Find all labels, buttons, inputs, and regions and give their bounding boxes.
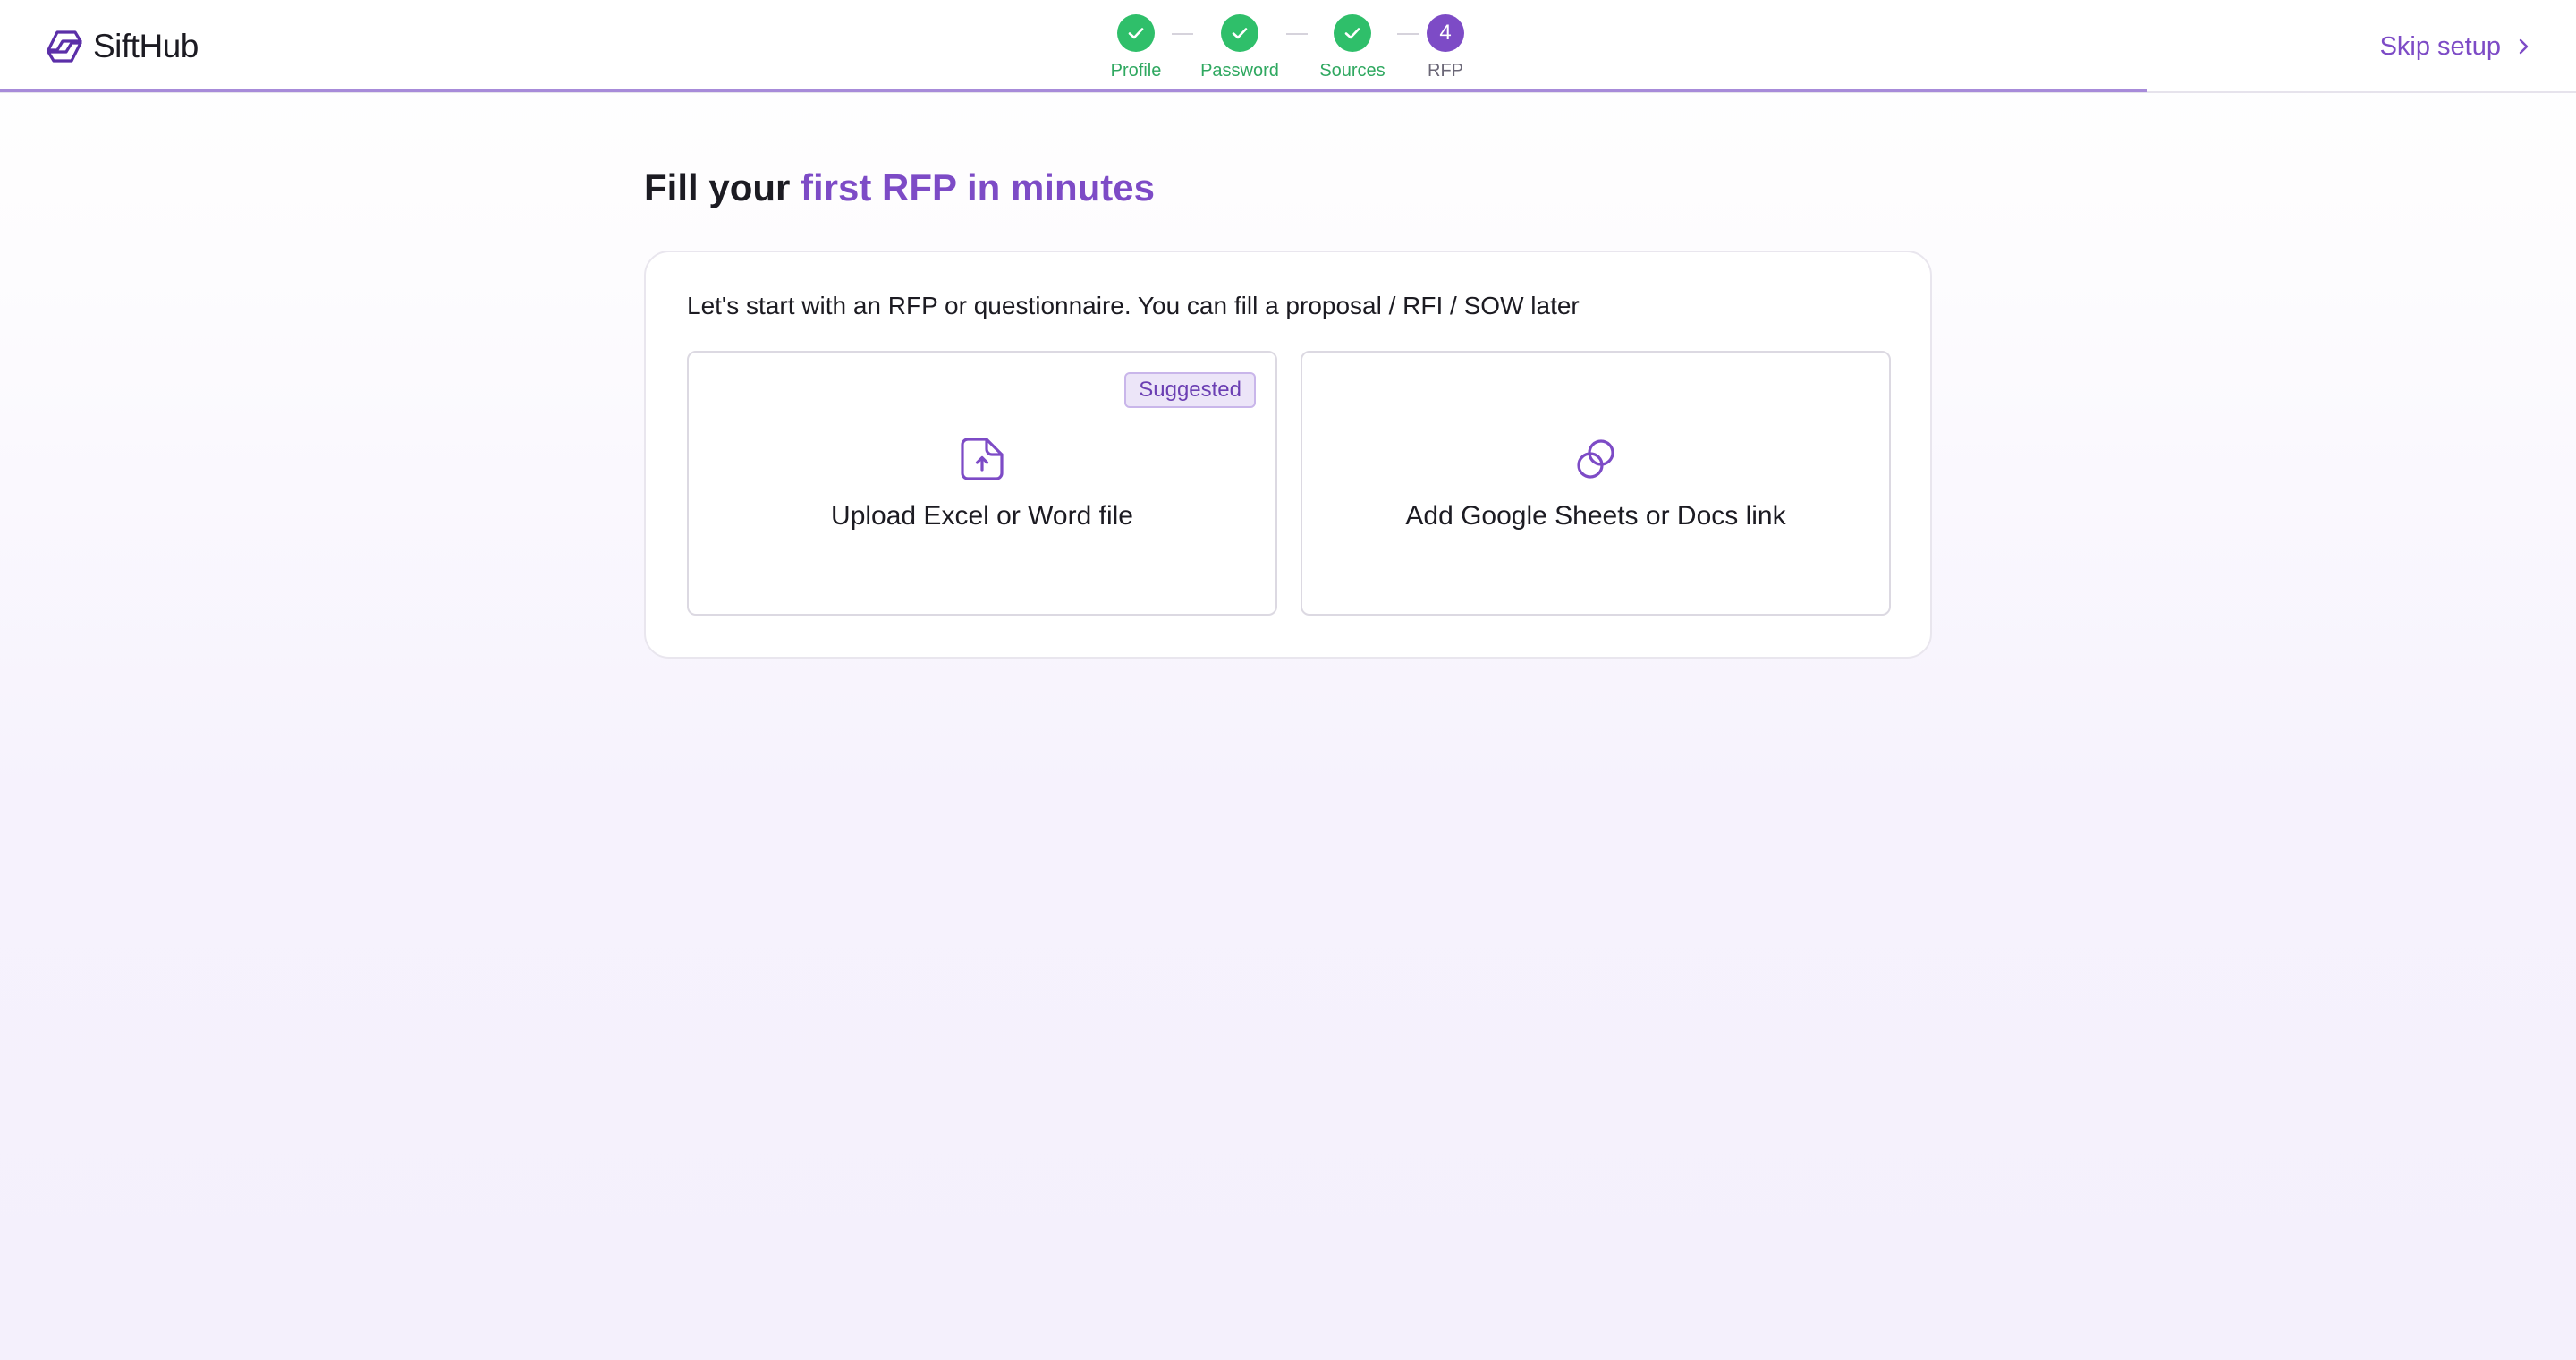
sifthub-logo-icon: [47, 30, 82, 63]
title-prefix: Fill your: [644, 166, 791, 208]
setup-progress-bar: [0, 89, 2147, 92]
link-icon: [1577, 439, 1614, 479]
brand-name: SiftHub: [93, 28, 199, 64]
file-upload-icon: [961, 438, 1004, 480]
step-separator: [1397, 33, 1419, 35]
step-profile[interactable]: Profile: [1100, 14, 1172, 81]
upload-option-label: Upload Excel or Word file: [831, 501, 1133, 531]
onboarding-stepper: Profile Password Sources 4 RFP: [1100, 14, 1472, 86]
check-icon: [1232, 28, 1248, 39]
page-title: Fill your first RFP in minutes: [644, 166, 1155, 209]
rfp-options-card: Let's start with an RFP or questionnaire…: [644, 251, 1932, 659]
add-link-option[interactable]: Add Google Sheets or Docs link: [1301, 351, 1891, 616]
check-icon: [1344, 28, 1360, 39]
step-done-circle: [1334, 14, 1371, 52]
top-bar: SiftHub Profile Password Sources 4 RFP S…: [0, 0, 2576, 93]
chevron-right-icon: [2519, 38, 2529, 55]
step-label: Password: [1200, 61, 1279, 81]
title-accent: first RFP in minutes: [801, 166, 1155, 208]
sifthub-logo[interactable]: SiftHub: [45, 27, 199, 66]
skip-setup-label: Skip setup: [2379, 31, 2501, 61]
step-number-circle: 4: [1427, 14, 1464, 52]
step-separator: [1172, 33, 1193, 35]
step-done-circle: [1117, 14, 1155, 52]
step-label: Profile: [1110, 61, 1162, 81]
suggested-badge: Suggested: [1124, 372, 1256, 408]
upload-file-option[interactable]: Suggested Upload Excel or Word file: [687, 351, 1277, 616]
check-icon: [1128, 28, 1144, 39]
step-done-circle: [1221, 14, 1258, 52]
step-rfp[interactable]: 4 RFP: [1419, 14, 1472, 81]
step-label: RFP: [1428, 61, 1463, 81]
step-label: Sources: [1319, 61, 1385, 81]
skip-setup-button[interactable]: Skip setup: [2380, 27, 2533, 66]
step-password[interactable]: Password: [1193, 14, 1286, 81]
link-option-label: Add Google Sheets or Docs link: [1405, 501, 1786, 531]
step-separator: [1286, 33, 1308, 35]
step-sources[interactable]: Sources: [1308, 14, 1397, 81]
intro-text: Let's start with an RFP or questionnaire…: [687, 292, 1580, 319]
